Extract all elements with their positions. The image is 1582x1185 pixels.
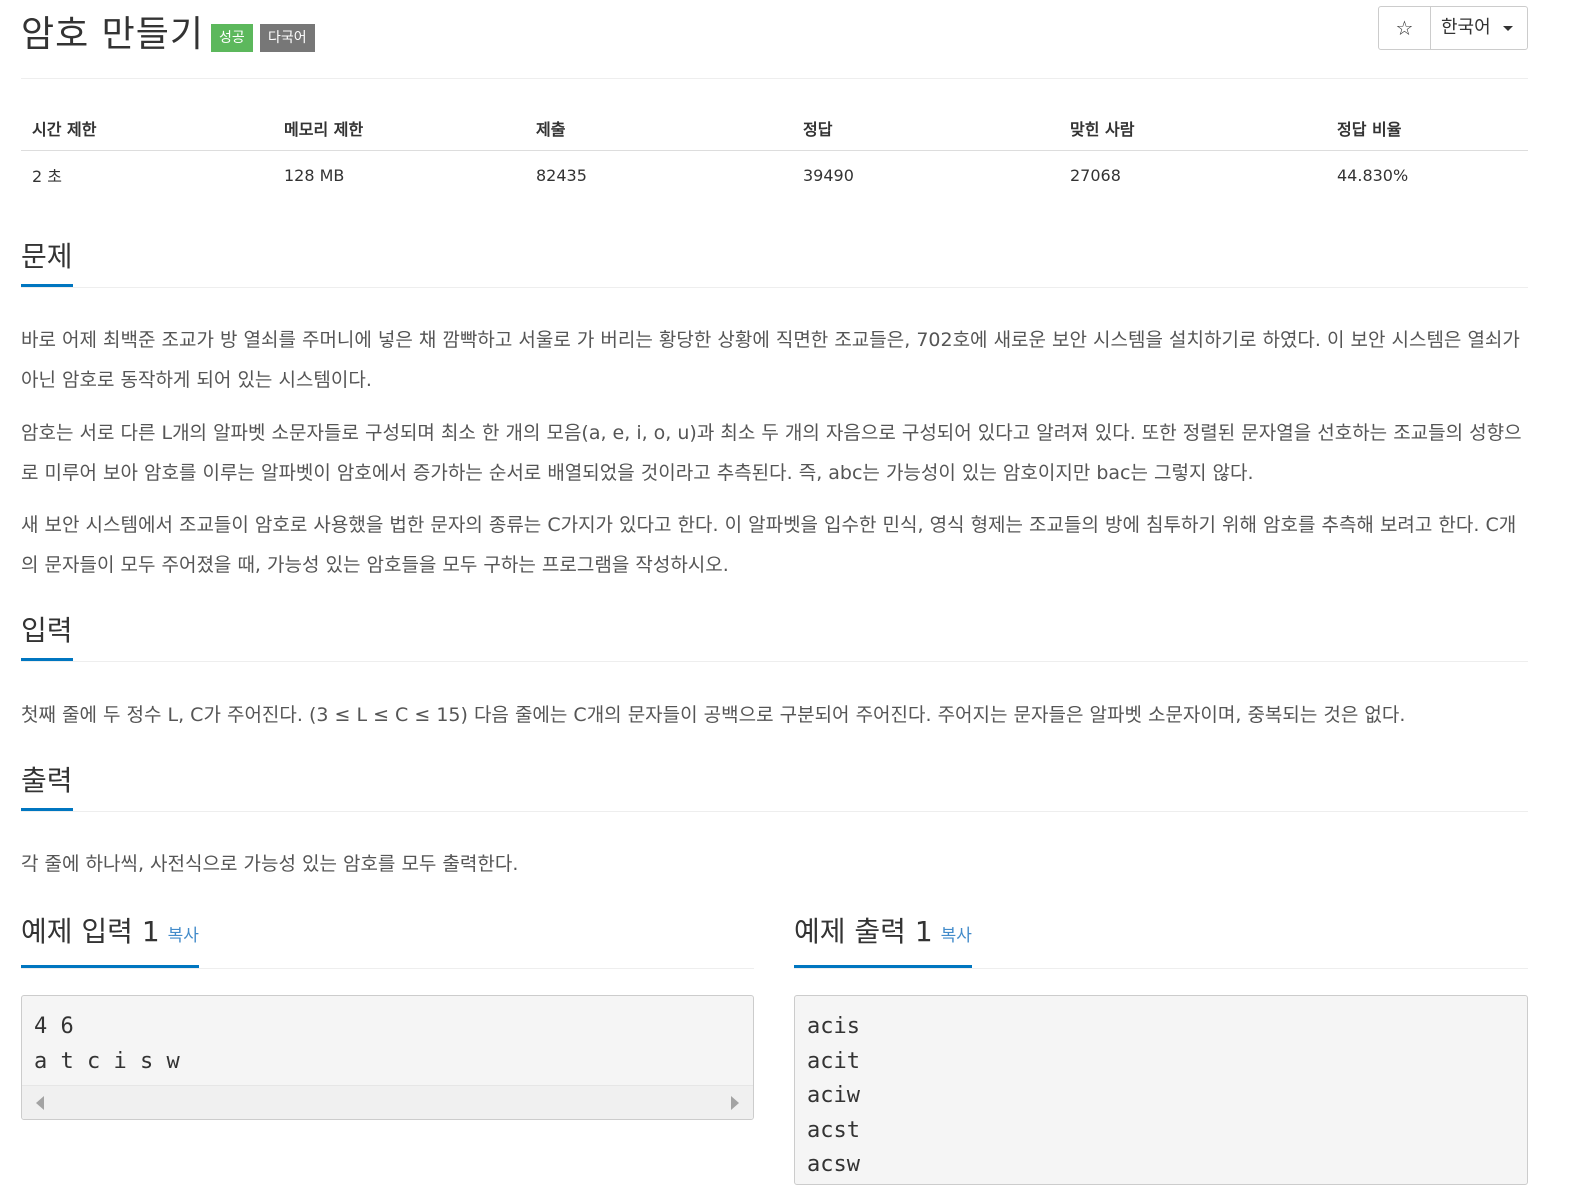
page-header: 암호 만들기 성공 다국어 ☆ 한국어 [21, 0, 1528, 79]
info-header-accepted: 정답 [792, 105, 1059, 151]
star-icon: ☆ [1395, 16, 1414, 40]
sample-output-title-wrap: 예제 출력 1 복사 [794, 915, 972, 968]
sample-input-text: 4 6 a t c i s w [34, 1014, 180, 1074]
sample-output-title: 예제 출력 1 [794, 915, 933, 948]
language-label: 한국어 [1441, 17, 1491, 38]
page-title: 암호 만들기 [21, 14, 205, 55]
info-ratio: 44.830% [1337, 165, 1409, 185]
input-section-header: 입력 [21, 614, 1528, 662]
problem-page: 암호 만들기 성공 다국어 ☆ 한국어 시간 제한 메모리 제한 제출 정답 맞… [21, 0, 1528, 1185]
scroll-right-arrow-icon[interactable] [731, 1096, 739, 1110]
sample-input-box[interactable]: 4 6 a t c i s w [21, 995, 754, 1120]
info-header-time-limit: 시간 제한 [21, 105, 273, 151]
info-submissions: 82435 [536, 165, 587, 185]
input-description: 첫째 줄에 두 정수 L, C가 주어진다. (3 ≤ L ≤ C ≤ 15) … [21, 704, 1406, 726]
sample-output-header: 예제 출력 1 복사 [794, 915, 1528, 969]
header-button-group: ☆ 한국어 [1378, 6, 1528, 50]
sample-input-header: 예제 입력 1 복사 [21, 915, 754, 969]
copy-output-link[interactable]: 복사 [941, 926, 972, 946]
star-button[interactable]: ☆ [1379, 7, 1431, 49]
info-header-ratio: 정답 비율 [1326, 105, 1528, 151]
input-section-title: 입력 [21, 614, 73, 661]
scroll-left-arrow-icon[interactable] [36, 1096, 44, 1110]
sample-output-box[interactable]: acis acit aciw acst acsw [794, 995, 1528, 1185]
copy-input-link[interactable]: 복사 [168, 926, 199, 946]
success-badge[interactable]: 성공 [211, 24, 253, 52]
problem-paragraph-2: 암호는 서로 다른 L개의 알파벳 소문자들로 구성되며 최소 한 개의 모음(… [21, 422, 1522, 484]
problem-paragraph-1: 바로 어제 최백준 조교가 방 열쇠를 주머니에 넣은 채 깜빡하고 서울로 가… [21, 329, 1520, 391]
problem-section-header: 문제 [21, 240, 1528, 288]
multilang-badge[interactable]: 다국어 [260, 24, 315, 52]
language-dropdown[interactable]: 한국어 [1431, 7, 1527, 49]
problem-section-title: 문제 [21, 240, 73, 287]
info-header-solvers: 맞힌 사람 [1059, 105, 1326, 151]
output-section-title: 출력 [21, 764, 73, 811]
info-header-submissions: 제출 [525, 105, 792, 151]
info-solvers: 27068 [1070, 165, 1121, 185]
info-header-row: 시간 제한 메모리 제한 제출 정답 맞힌 사람 정답 비율 [21, 105, 1528, 151]
info-time-limit: 2 초 [32, 167, 62, 186]
info-memory-limit: 128 MB [284, 165, 345, 185]
problem-paragraph-3: 새 보안 시스템에서 조교들이 암호로 사용했을 법한 문자의 종류는 C가지가… [21, 514, 1517, 576]
info-value-row: 2 초 128 MB 82435 39490 27068 44.830% [21, 151, 1528, 200]
caret-down-icon [1502, 25, 1513, 31]
sample-output-text: acis acit aciw acst acsw [807, 1014, 860, 1177]
output-section-header: 출력 [21, 764, 1528, 812]
problem-info-table: 시간 제한 메모리 제한 제출 정답 맞힌 사람 정답 비율 2 초 128 M… [21, 105, 1528, 199]
info-header-memory-limit: 메모리 제한 [273, 105, 525, 151]
horizontal-scrollbar[interactable] [22, 1085, 753, 1119]
sample-input-title-wrap: 예제 입력 1 복사 [21, 915, 199, 968]
info-accepted: 39490 [803, 165, 854, 185]
output-description: 각 줄에 하나씩, 사전식으로 가능성 있는 암호를 모두 출력한다. [21, 853, 519, 875]
sample-input-title: 예제 입력 1 [21, 915, 160, 948]
